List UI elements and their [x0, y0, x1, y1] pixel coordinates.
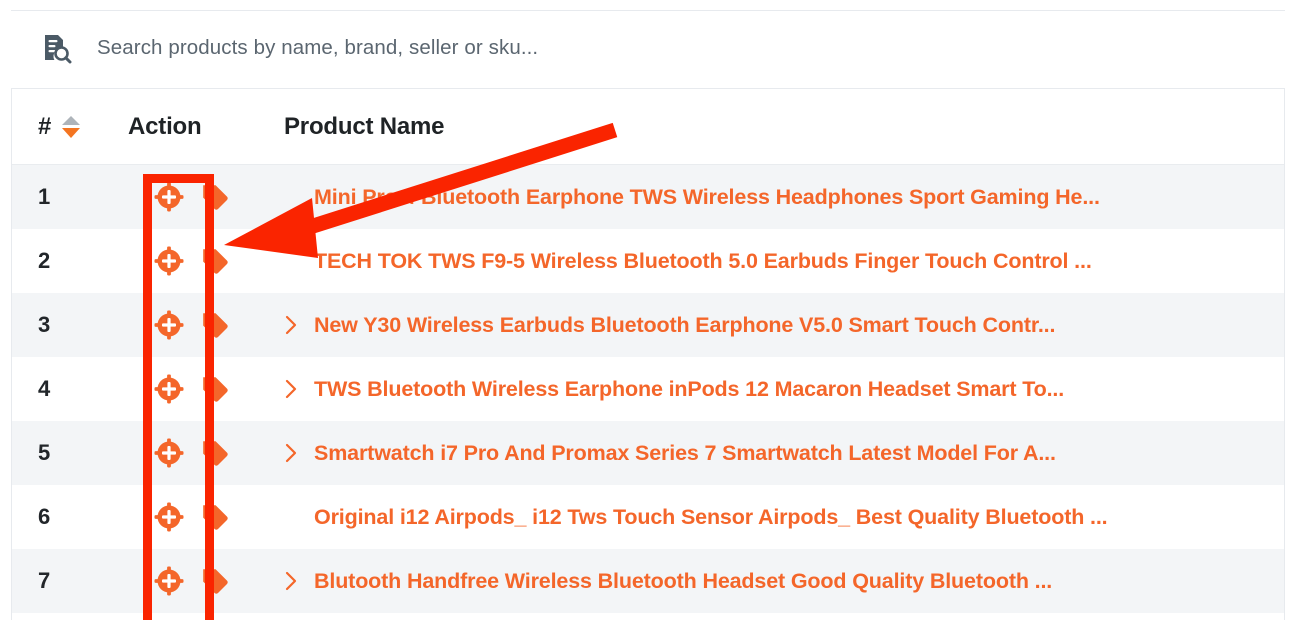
- tag-icon[interactable]: [200, 246, 230, 276]
- sort-descending-icon[interactable]: [62, 127, 81, 138]
- product-name-label: Blutooth Handfree Wireless Bluetooth Hea…: [314, 568, 1053, 593]
- table-row[interactable]: 2 TECH TOK TWS F9-5 Wireless Bluetooth 5.…: [12, 229, 1284, 293]
- product-name-cell[interactable]: Blutooth Handfree Wireless Bluetooth Hea…: [284, 569, 1284, 594]
- plus-circle-icon[interactable]: [152, 436, 186, 470]
- product-name-label: Smartwatch i7 Pro And Promax Series 7 Sm…: [314, 440, 1056, 465]
- product-name-cell[interactable]: Original i12 Airpods_ i12 Tws Touch Sens…: [284, 505, 1284, 530]
- product-name-label: TECH TOK TWS F9-5 Wireless Bluetooth 5.0…: [314, 248, 1092, 273]
- product-name-label: TWS Bluetooth Wireless Earphone inPods 1…: [314, 376, 1065, 401]
- row-number: 7: [38, 568, 51, 593]
- table-row[interactable]: 4 TWS Bluetooth Wireless Earphone inPods …: [12, 357, 1284, 421]
- tag-icon[interactable]: [200, 310, 230, 340]
- row-actions: [128, 244, 284, 278]
- table-row[interactable]: 6 Original i12 Airpods_ i12 Tws Touch Sen…: [12, 485, 1284, 549]
- tag-icon[interactable]: [200, 566, 230, 596]
- row-actions: [128, 564, 284, 598]
- row-number: 3: [38, 312, 51, 337]
- tag-icon[interactable]: [200, 438, 230, 468]
- search-input[interactable]: [97, 36, 1285, 60]
- row-actions: [128, 500, 284, 534]
- product-name-cell[interactable]: TWS Bluetooth Wireless Earphone inPods 1…: [284, 377, 1284, 402]
- product-name-cell[interactable]: TECH TOK TWS F9-5 Wireless Bluetooth 5.0…: [284, 249, 1284, 274]
- row-number: 2: [38, 248, 51, 273]
- products-table: # Action Product Name 1 Mini Pro 4 Blueto…: [11, 88, 1285, 620]
- plus-circle-icon[interactable]: [152, 308, 186, 342]
- column-header-number[interactable]: #: [12, 113, 128, 141]
- tag-icon[interactable]: [200, 502, 230, 532]
- row-number: 6: [38, 504, 51, 529]
- document-search-icon: [39, 31, 73, 65]
- row-number: 5: [38, 440, 51, 465]
- chevron-right-icon[interactable]: [284, 570, 298, 592]
- product-name-cell[interactable]: New Y30 Wireless Earbuds Bluetooth Earph…: [284, 313, 1284, 338]
- chevron-right-icon[interactable]: [284, 442, 298, 464]
- chevron-right-icon[interactable]: [284, 314, 298, 336]
- row-actions: [128, 180, 284, 214]
- plus-circle-icon[interactable]: [152, 500, 186, 534]
- tag-icon[interactable]: [200, 374, 230, 404]
- product-name-cell[interactable]: Mini Pro 4 Bluetooth Earphone TWS Wirele…: [284, 185, 1284, 210]
- sort-ascending-icon[interactable]: [62, 115, 81, 125]
- product-name-label: Original i12 Airpods_ i12 Tws Touch Sens…: [314, 504, 1108, 529]
- search-bar[interactable]: [11, 11, 1285, 85]
- table-row[interactable]: 5 Smartwatch i7 Pro And Promax Series 7 S…: [12, 421, 1284, 485]
- plus-circle-icon[interactable]: [152, 244, 186, 278]
- table-row[interactable]: 7 Blutooth Handfree Wireless Bluetooth He…: [12, 549, 1284, 613]
- row-number: 1: [38, 184, 51, 209]
- table-header-row: # Action Product Name: [12, 89, 1284, 165]
- product-name-label: Mini Pro 4 Bluetooth Earphone TWS Wirele…: [314, 184, 1100, 209]
- tag-icon[interactable]: [200, 182, 230, 212]
- row-actions: [128, 372, 284, 406]
- product-list-page: # Action Product Name 1 Mini Pro 4 Blueto…: [0, 0, 1296, 620]
- product-name-cell[interactable]: Smartwatch i7 Pro And Promax Series 7 Sm…: [284, 441, 1284, 466]
- row-actions: [128, 436, 284, 470]
- column-header-product-name: Product Name: [284, 112, 445, 140]
- plus-circle-icon[interactable]: [152, 564, 186, 598]
- table-row[interactable]: 1 Mini Pro 4 Bluetooth Earphone TWS Wirel…: [12, 165, 1284, 229]
- row-actions: [128, 308, 284, 342]
- product-name-label: New Y30 Wireless Earbuds Bluetooth Earph…: [314, 312, 1056, 337]
- column-header-number-label: #: [38, 112, 52, 140]
- plus-circle-icon[interactable]: [152, 180, 186, 214]
- table-row[interactable]: 3 New Y30 Wireless Earbuds Bluetooth Earp…: [12, 293, 1284, 357]
- sort-toggle[interactable]: [62, 115, 81, 138]
- column-header-action: Action: [128, 112, 202, 140]
- plus-circle-icon[interactable]: [152, 372, 186, 406]
- table-body: 1 Mini Pro 4 Bluetooth Earphone TWS Wirel…: [12, 165, 1284, 613]
- row-number: 4: [38, 376, 51, 401]
- chevron-right-icon[interactable]: [284, 378, 298, 400]
